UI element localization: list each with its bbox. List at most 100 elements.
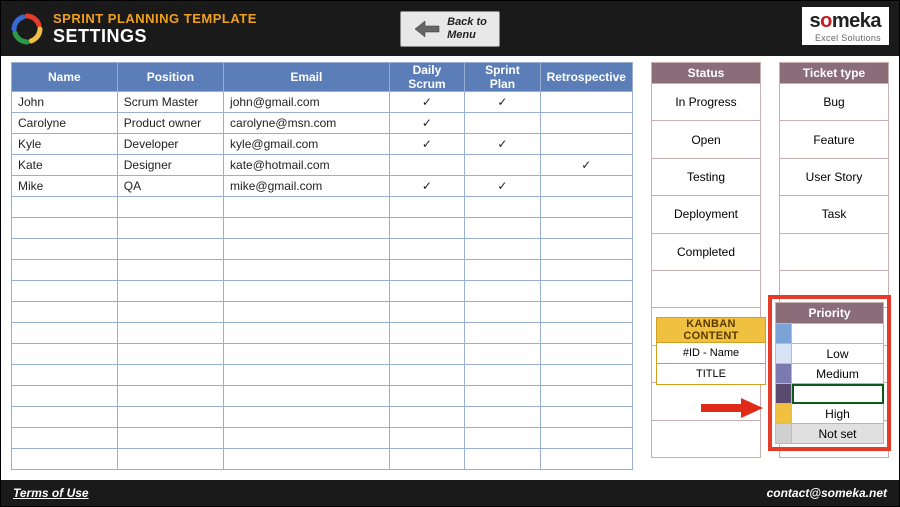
cell-empty[interactable]	[540, 281, 632, 302]
cell-email[interactable]: kate@hotmail.com	[224, 155, 390, 176]
col-header-email[interactable]: Email	[224, 63, 390, 92]
cell-daily[interactable]: ✓	[389, 113, 465, 134]
cell-empty[interactable]	[540, 449, 632, 470]
cell-empty[interactable]	[12, 323, 118, 344]
cell-empty[interactable]	[117, 344, 223, 365]
ticket-cell[interactable]: User Story	[780, 158, 889, 195]
priority-label[interactable]: Low	[792, 344, 884, 364]
cell-empty[interactable]	[12, 428, 118, 449]
cell-empty[interactable]	[224, 239, 390, 260]
cell-empty[interactable]	[465, 428, 540, 449]
cell-empty[interactable]	[540, 197, 632, 218]
cell-empty[interactable]	[224, 302, 390, 323]
status-cell[interactable]: In Progress	[652, 84, 761, 121]
cell-empty[interactable]	[224, 344, 390, 365]
priority-swatch[interactable]	[776, 344, 792, 364]
cell-name[interactable]: Mike	[12, 176, 118, 197]
cell-empty[interactable]	[12, 260, 118, 281]
cell-empty[interactable]	[224, 449, 390, 470]
cell-sprint[interactable]: ✓	[465, 176, 540, 197]
cell-empty[interactable]	[12, 197, 118, 218]
cell-empty[interactable]	[540, 218, 632, 239]
cell-empty[interactable]	[465, 197, 540, 218]
cell-daily[interactable]: ✓	[389, 134, 465, 155]
cell-empty[interactable]	[465, 365, 540, 386]
cell-empty[interactable]	[389, 323, 465, 344]
cell-retro[interactable]	[540, 113, 632, 134]
cell-empty[interactable]	[540, 239, 632, 260]
status-cell[interactable]: Open	[652, 121, 761, 158]
cell-empty[interactable]	[540, 344, 632, 365]
cell-empty[interactable]	[224, 386, 390, 407]
priority-label[interactable]	[792, 384, 884, 404]
cell-sprint[interactable]	[465, 155, 540, 176]
priority-swatch[interactable]	[776, 384, 792, 404]
cell-sprint[interactable]: ✓	[465, 134, 540, 155]
cell-empty[interactable]	[12, 218, 118, 239]
col-header-daily[interactable]: Daily Scrum	[389, 63, 465, 92]
cell-empty[interactable]	[12, 239, 118, 260]
cell-retro[interactable]	[540, 134, 632, 155]
col-header-position[interactable]: Position	[117, 63, 223, 92]
cell-empty[interactable]	[465, 449, 540, 470]
priority-swatch[interactable]	[776, 324, 792, 344]
ticket-cell[interactable]: Bug	[780, 84, 889, 121]
cell-empty[interactable]	[389, 218, 465, 239]
cell-empty[interactable]	[389, 428, 465, 449]
cell-empty[interactable]	[117, 449, 223, 470]
cell-retro[interactable]: ✓	[540, 155, 632, 176]
cell-position[interactable]: Developer	[117, 134, 223, 155]
cell-email[interactable]: kyle@gmail.com	[224, 134, 390, 155]
cell-email[interactable]: mike@gmail.com	[224, 176, 390, 197]
cell-empty[interactable]	[465, 386, 540, 407]
cell-name[interactable]: Carolyne	[12, 113, 118, 134]
ticket-header[interactable]: Ticket type	[780, 63, 889, 84]
cell-empty[interactable]	[389, 302, 465, 323]
priority-label[interactable]: High	[792, 404, 884, 424]
status-cell[interactable]: Completed	[652, 233, 761, 270]
priority-swatch[interactable]	[776, 404, 792, 424]
priority-label[interactable]: Medium	[792, 364, 884, 384]
cell-name[interactable]: John	[12, 92, 118, 113]
cell-empty[interactable]	[12, 365, 118, 386]
cell-position[interactable]: QA	[117, 176, 223, 197]
cell-empty[interactable]	[389, 449, 465, 470]
cell-empty[interactable]	[117, 281, 223, 302]
cell-empty[interactable]	[12, 344, 118, 365]
col-header-retro[interactable]: Retrospective	[540, 63, 632, 92]
priority-swatch[interactable]	[776, 364, 792, 384]
cell-empty[interactable]	[117, 407, 223, 428]
cell-empty[interactable]	[465, 302, 540, 323]
cell-email[interactable]: john@gmail.com	[224, 92, 390, 113]
cell-empty[interactable]	[224, 428, 390, 449]
cell-empty[interactable]	[389, 365, 465, 386]
cell-empty[interactable]	[117, 323, 223, 344]
priority-header[interactable]: Priority	[776, 303, 884, 324]
cell-empty[interactable]	[12, 407, 118, 428]
ticket-cell-empty[interactable]	[780, 233, 889, 270]
kanban-cell[interactable]: TITLE	[657, 364, 766, 385]
cell-position[interactable]: Product owner	[117, 113, 223, 134]
cell-empty[interactable]	[465, 239, 540, 260]
cell-empty[interactable]	[224, 281, 390, 302]
cell-email[interactable]: carolyne@msn.com	[224, 113, 390, 134]
kanban-cell[interactable]: #ID - Name	[657, 343, 766, 364]
cell-empty[interactable]	[465, 281, 540, 302]
cell-empty[interactable]	[465, 344, 540, 365]
back-to-menu-button[interactable]: Back to Menu	[400, 11, 500, 47]
cell-empty[interactable]	[389, 260, 465, 281]
cell-empty[interactable]	[465, 407, 540, 428]
cell-empty[interactable]	[540, 365, 632, 386]
cell-empty[interactable]	[540, 386, 632, 407]
cell-empty[interactable]	[224, 365, 390, 386]
status-header[interactable]: Status	[652, 63, 761, 84]
cell-empty[interactable]	[12, 449, 118, 470]
priority-swatch[interactable]	[776, 424, 792, 444]
cell-empty[interactable]	[224, 218, 390, 239]
cell-empty[interactable]	[540, 323, 632, 344]
cell-empty[interactable]	[117, 239, 223, 260]
cell-empty[interactable]	[224, 323, 390, 344]
cell-empty[interactable]	[389, 386, 465, 407]
cell-daily[interactable]: ✓	[389, 176, 465, 197]
status-cell-empty[interactable]	[652, 420, 761, 457]
